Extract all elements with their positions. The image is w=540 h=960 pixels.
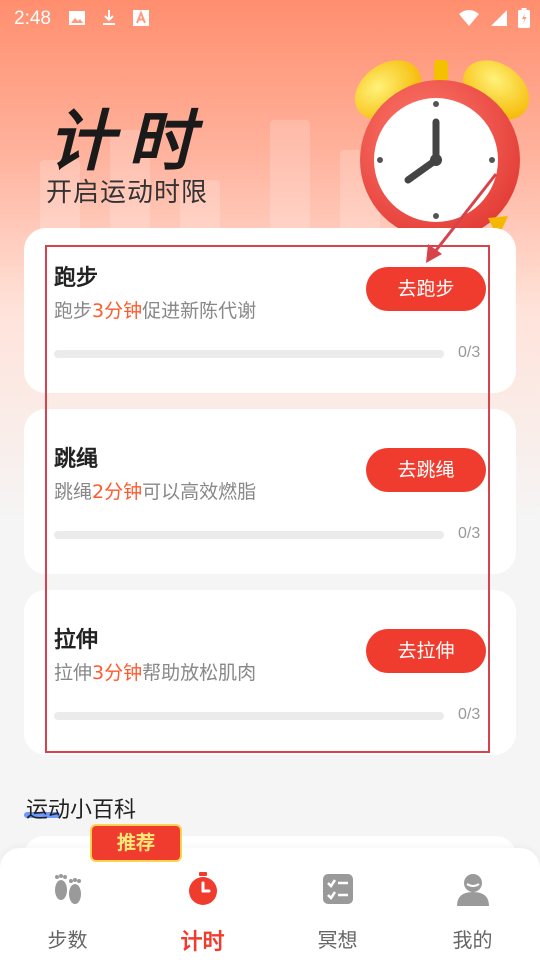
- tab-label: 冥想: [317, 928, 358, 952]
- tab-label: 计时: [180, 930, 225, 955]
- annotation-arrow-icon: [426, 173, 498, 263]
- person-icon: [456, 874, 489, 906]
- battery-icon: [518, 8, 530, 28]
- tab-label: 步数: [47, 928, 88, 952]
- stopwatch-icon: [188, 872, 217, 905]
- status-bar: 2:48: [0, 0, 540, 38]
- tab-steps[interactable]: 步数: [0, 848, 135, 960]
- page-subtitle: 开启运动时限: [46, 178, 209, 208]
- tab-meditation[interactable]: 冥想: [270, 848, 405, 960]
- footprints-icon: [54, 874, 81, 904]
- signal-icon: [491, 10, 507, 26]
- annotation-highlight-box: [45, 245, 490, 753]
- page-title: 计时: [48, 102, 208, 180]
- checklist-icon: [322, 874, 353, 904]
- tab-mine[interactable]: 我的: [405, 848, 540, 960]
- download-icon: [103, 10, 115, 25]
- wifi-icon: [459, 10, 479, 26]
- bottom-tab-bar: 步数 计时 冥想 我的: [0, 848, 540, 960]
- tab-label: 我的: [452, 928, 493, 952]
- image-icon: [69, 11, 85, 25]
- recommend-badge: 推荐: [90, 824, 182, 862]
- font-a-icon: [133, 10, 149, 26]
- tab-timer[interactable]: 计时: [135, 848, 270, 960]
- section-title: 运动小百科: [26, 798, 137, 823]
- status-time: 2:48: [14, 8, 51, 29]
